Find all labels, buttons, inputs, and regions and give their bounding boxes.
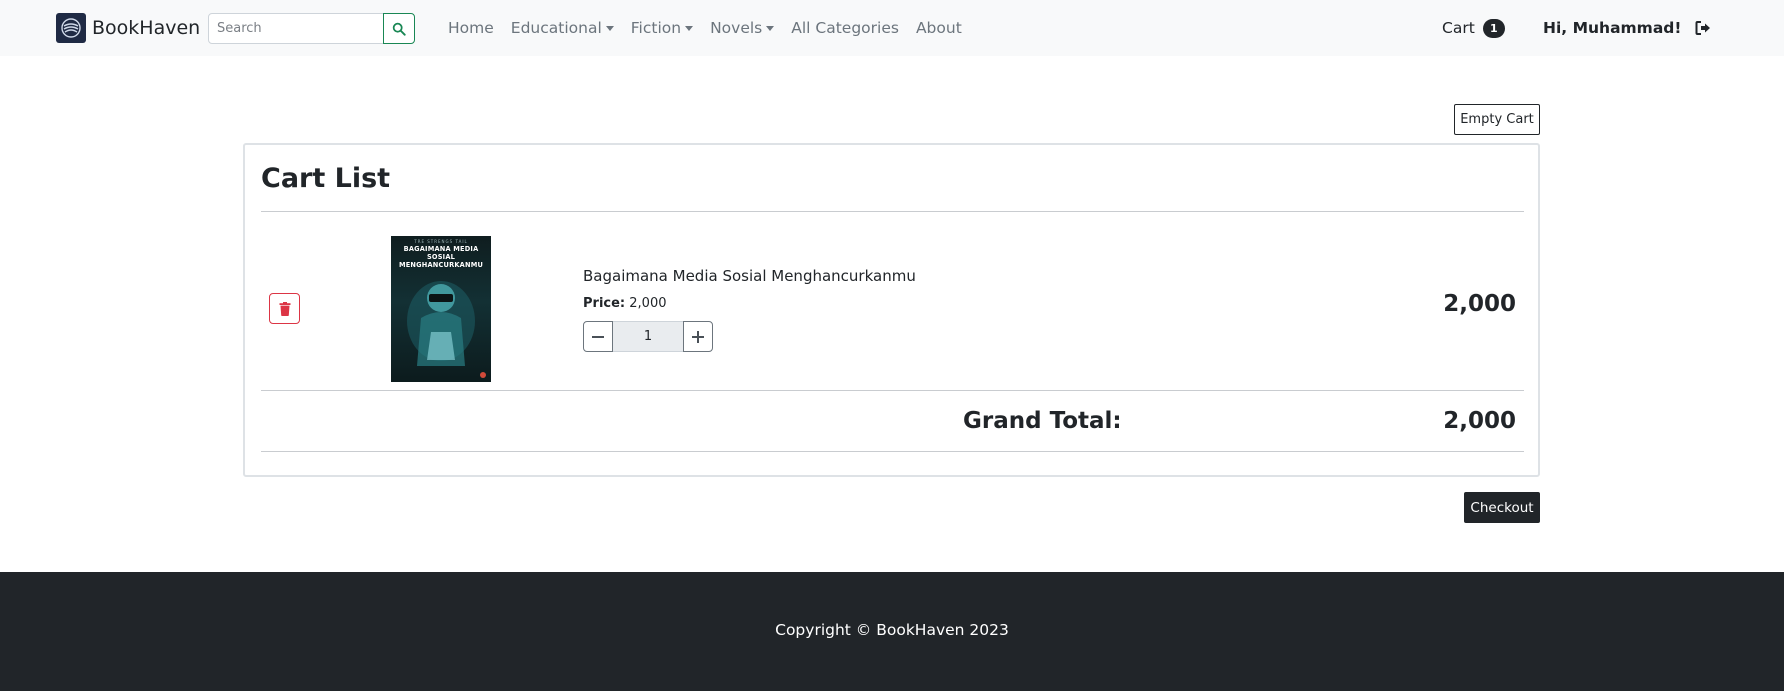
nav-educational-dropdown[interactable]: Educational: [511, 19, 614, 37]
search-icon: [392, 22, 406, 36]
divider: [261, 451, 1524, 452]
divider: [261, 211, 1524, 212]
nav-about[interactable]: About: [916, 19, 962, 37]
nav-home[interactable]: Home: [448, 19, 494, 37]
search-button[interactable]: [383, 13, 415, 44]
search-input[interactable]: [208, 13, 384, 44]
checkout-button[interactable]: Checkout: [1464, 492, 1540, 523]
cart-card: Cart List TRE STRENGS TAIL BAGAIMANA MED…: [243, 143, 1540, 477]
logout-icon: [1695, 21, 1710, 35]
user-greeting: Hi, Muhammad!: [1543, 19, 1682, 37]
page-title: Cart List: [261, 163, 391, 194]
cover-title-text: BAGAIMANA MEDIA SOSIAL MENGHANCURKANMU: [395, 245, 487, 269]
item-price: Price: 2,000: [583, 296, 666, 311]
nav-novels-label: Novels: [710, 19, 763, 37]
nav-all-categories[interactable]: All Categories: [791, 19, 899, 37]
nav-about-label: About: [915, 19, 962, 37]
nav-novels-dropdown[interactable]: Novels: [710, 19, 775, 37]
grand-total-label: Grand Total:: [963, 408, 1122, 434]
logo-icon: [56, 13, 86, 43]
nav-fiction-dropdown[interactable]: Fiction: [630, 19, 694, 37]
navbar: BookHaven Home Educational Fiction Novel…: [0, 0, 1784, 56]
brand-name: BookHaven: [92, 17, 201, 39]
caret-down-icon: [685, 25, 694, 31]
book-cover-image: TRE STRENGS TAIL BAGAIMANA MEDIA SOSIAL …: [391, 236, 491, 382]
cart-count-badge: 1: [1482, 18, 1505, 38]
nav-home-label: Home: [448, 19, 494, 37]
remove-item-button[interactable]: [269, 293, 300, 324]
nav-educational-label: Educational: [510, 19, 602, 37]
brand[interactable]: BookHaven: [56, 13, 200, 43]
price-value: 2,000: [629, 296, 667, 311]
price-label: Price:: [583, 296, 626, 311]
quantity-stepper: [583, 321, 713, 352]
cover-top-text: TRE STRENGS TAIL: [414, 239, 468, 244]
plus-icon: [692, 330, 704, 343]
empty-cart-button[interactable]: Empty Cart: [1454, 104, 1540, 135]
increase-quantity-button[interactable]: [683, 321, 713, 352]
item-total: 2,000: [1443, 291, 1516, 317]
logout-button[interactable]: [1694, 19, 1712, 37]
cover-title-line: BAGAIMANA MEDIA SOSIAL: [403, 245, 479, 261]
cart-label: Cart: [1442, 19, 1475, 37]
cover-title-line: MENGHANCURKANMU: [398, 261, 484, 269]
grand-total-value: 2,000: [1443, 408, 1516, 434]
nav-links: Home Educational Fiction Novels All Cate…: [448, 0, 979, 56]
nav-all-categories-label: All Categories: [791, 19, 899, 37]
copyright-text: Copyright © BookHaven 2023: [775, 621, 1009, 639]
footer: Copyright © BookHaven 2023: [0, 572, 1784, 691]
trash-icon: [279, 301, 290, 316]
divider: [261, 390, 1524, 391]
decrease-quantity-button[interactable]: [583, 321, 613, 352]
minus-icon: [592, 335, 604, 338]
caret-down-icon: [766, 25, 775, 31]
search-form: [208, 13, 415, 44]
book-title: Bagaimana Media Sosial Menghancurkanmu: [583, 267, 916, 285]
caret-down-icon: [605, 25, 614, 31]
quantity-input[interactable]: [613, 321, 683, 352]
nav-fiction-label: Fiction: [630, 19, 682, 37]
cart-link[interactable]: Cart 1: [1442, 0, 1505, 56]
